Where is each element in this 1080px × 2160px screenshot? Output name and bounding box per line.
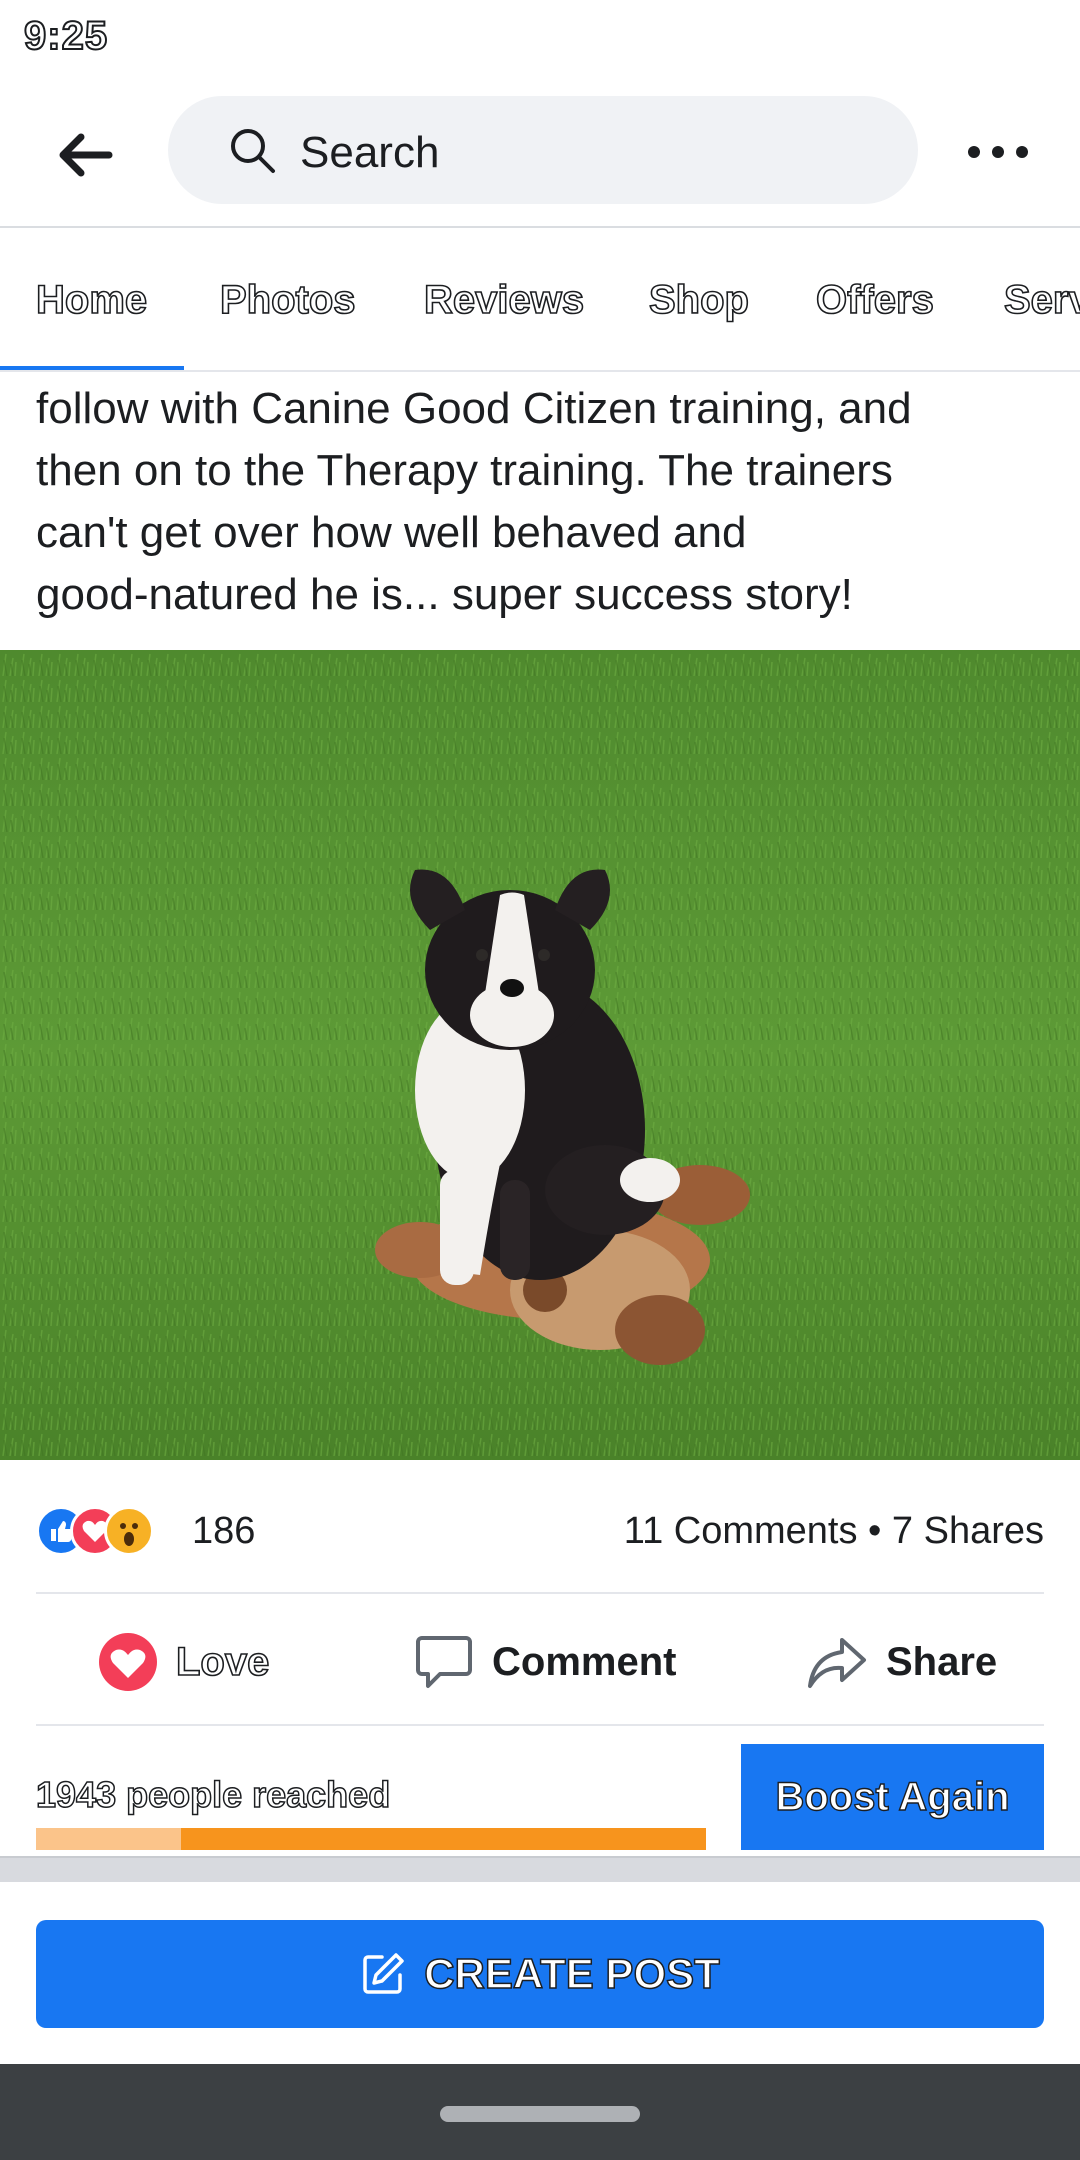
more-dot-icon <box>992 146 1004 158</box>
tab-photos[interactable]: Photos <box>219 277 356 323</box>
search-icon <box>231 129 275 173</box>
post-text-line: can't get over how well behaved and <box>36 508 747 557</box>
home-gesture-handle[interactable] <box>440 2106 640 2122</box>
comment-label: Comment <box>492 1639 677 1684</box>
back-button[interactable] <box>50 120 120 190</box>
more-dot-icon <box>968 146 980 158</box>
comments-count[interactable]: 11 Comments <box>624 1510 858 1552</box>
comments-shares-count[interactable]: 11 Comments • 7 Shares <box>624 1510 1044 1553</box>
divider <box>36 1724 1044 1726</box>
puppy-photo-illustration <box>0 650 1080 1460</box>
post-text: follow with Canine Good Citizen training… <box>36 378 1046 626</box>
status-bar: 9:25 <box>0 0 1080 80</box>
shares-count[interactable]: 7 Shares <box>892 1510 1044 1552</box>
search-input[interactable]: Search <box>168 96 918 204</box>
section-separator <box>0 1856 1080 1882</box>
post-text-line: good-natured he is... super success stor… <box>36 570 853 619</box>
status-time: 9:25 <box>23 13 109 59</box>
reactions-summary[interactable]: 186 11 Comments • 7 Shares <box>36 1500 1044 1560</box>
search-placeholder: Search <box>300 128 440 177</box>
edit-icon <box>363 1953 404 1994</box>
comment-button[interactable]: Comment <box>414 1632 676 1692</box>
reach-progress-bar <box>36 1828 706 1850</box>
post-photo[interactable] <box>0 650 1080 1460</box>
tab-reviews[interactable]: Reviews <box>423 277 585 323</box>
reach-progress-fill <box>36 1828 182 1850</box>
system-nav-bar <box>0 2064 1080 2160</box>
tab-home[interactable]: Home <box>35 277 148 323</box>
love-button[interactable]: Love <box>98 1632 270 1692</box>
arrow-left-icon <box>59 133 113 177</box>
post-text-line: then on to the Therapy training. The tra… <box>36 446 893 495</box>
post-actions: Love Comment Share <box>0 1594 1080 1724</box>
boost-again-label: Boost Again <box>775 1774 1010 1819</box>
more-options-button[interactable] <box>968 132 1028 172</box>
tab-services[interactable]: Serv <box>1003 277 1080 323</box>
tab-shop[interactable]: Shop <box>648 277 750 323</box>
people-reached-text: 1943 people reached <box>35 1773 391 1816</box>
more-dot-icon <box>1016 146 1028 158</box>
create-post-label: CREATE POST <box>423 1949 720 1998</box>
post-text-line: follow with Canine Good Citizen training… <box>36 384 912 433</box>
count-separator: • <box>868 1510 882 1552</box>
share-button[interactable]: Share <box>806 1632 997 1692</box>
share-label: Share <box>886 1639 998 1684</box>
create-post-button[interactable]: CREATE POST <box>36 1920 1044 2028</box>
share-icon <box>808 1638 866 1688</box>
reaction-count: 186 <box>192 1510 256 1552</box>
comment-icon <box>416 1636 472 1688</box>
active-tab-indicator <box>0 366 184 370</box>
wow-reaction-icon <box>104 1506 154 1556</box>
top-bar: Search <box>0 80 1080 228</box>
page-tabs: Home Photos Reviews Shop Offers Serv <box>0 230 1080 372</box>
love-label: Love <box>175 1639 270 1685</box>
love-reaction-icon <box>99 1633 157 1691</box>
boost-again-button[interactable]: Boost Again <box>741 1744 1044 1850</box>
tab-offers[interactable]: Offers <box>815 277 934 323</box>
